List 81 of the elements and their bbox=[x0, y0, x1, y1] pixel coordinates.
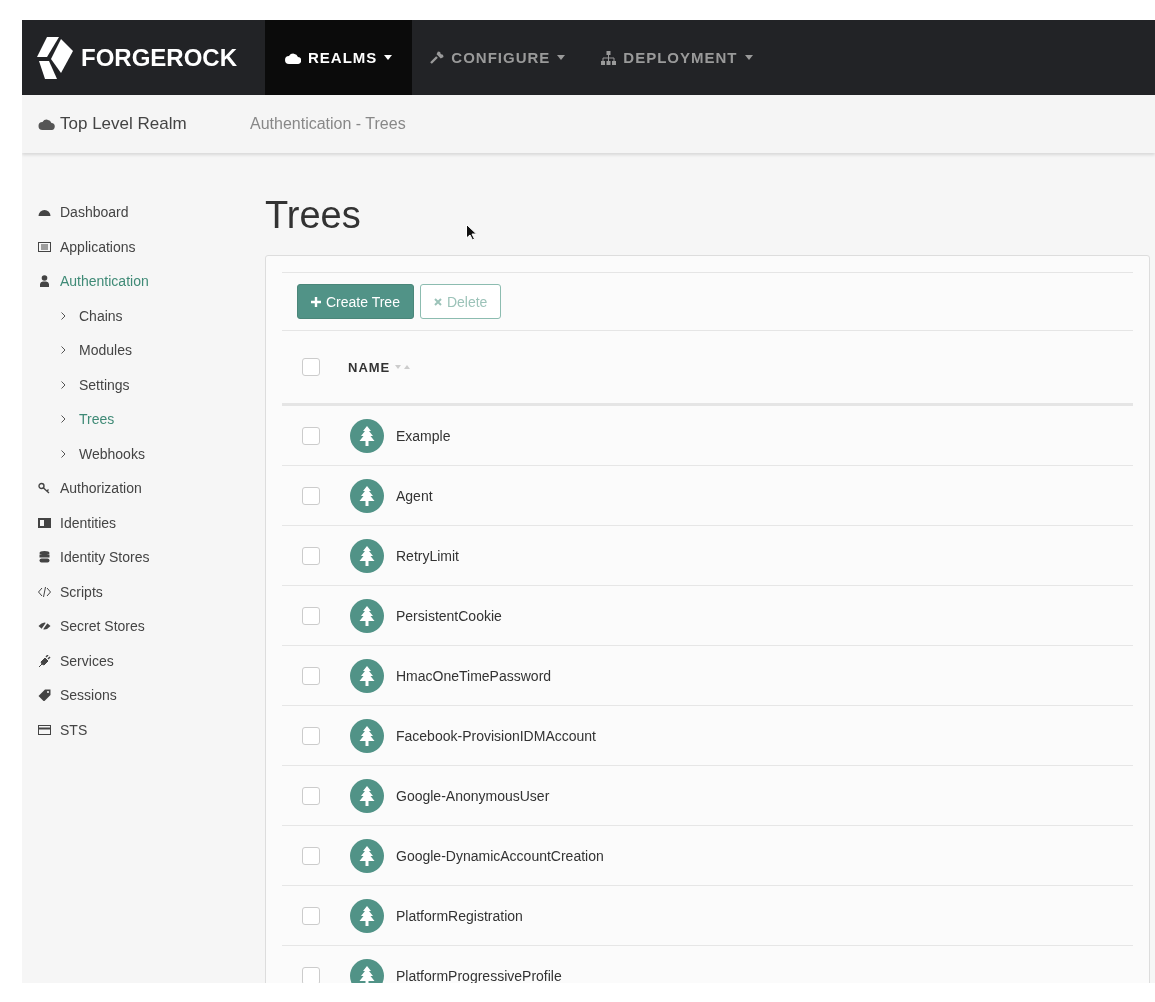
chevron-icon bbox=[61, 449, 66, 458]
db-icon bbox=[38, 551, 51, 564]
row-checkbox[interactable] bbox=[302, 846, 320, 865]
tree-name[interactable]: HmacOneTimePassword bbox=[396, 667, 552, 684]
plus-icon bbox=[311, 296, 321, 307]
select-all-checkbox[interactable] bbox=[302, 358, 320, 376]
row-checkbox[interactable] bbox=[302, 726, 320, 745]
chevron-icon bbox=[61, 380, 66, 389]
chevron-icon bbox=[61, 415, 66, 424]
tree-name[interactable]: Google-AnonymousUser bbox=[396, 787, 550, 804]
logo-icon bbox=[37, 34, 75, 81]
brand-name: FORGEROCK bbox=[81, 43, 237, 72]
tree-name[interactable]: Agent bbox=[396, 487, 433, 504]
row-checkbox[interactable] bbox=[302, 546, 320, 565]
caret-icon bbox=[557, 55, 566, 60]
card2-icon bbox=[38, 723, 51, 736]
chevron-icon bbox=[61, 311, 66, 320]
tree-icon bbox=[350, 778, 384, 813]
card-icon bbox=[38, 516, 51, 529]
realm-link[interactable]: Top Level Realm bbox=[38, 114, 250, 134]
tree-icon bbox=[350, 418, 384, 453]
breadcrumb: Authentication - Trees bbox=[250, 115, 406, 133]
tree-icon bbox=[350, 898, 384, 933]
tree-name[interactable]: RetryLimit bbox=[396, 547, 459, 564]
tree-name[interactable]: Google-DynamicAccountCreation bbox=[396, 847, 604, 864]
sidebar-item[interactable]: Identity Stores bbox=[38, 540, 245, 575]
row-checkbox[interactable] bbox=[302, 426, 320, 445]
sidebar-item[interactable]: Identities bbox=[38, 505, 245, 540]
tree-name[interactable]: Facebook-ProvisionIDMAccount bbox=[396, 727, 596, 744]
tree-icon bbox=[350, 838, 384, 873]
sidebar-subitem[interactable]: Modules bbox=[38, 333, 245, 368]
tree-name[interactable]: PlatformRegistration bbox=[396, 907, 523, 924]
row-checkbox[interactable] bbox=[302, 786, 320, 805]
nav-menu[interactable]: REALMS bbox=[265, 20, 413, 95]
sidebar-item[interactable]: Scripts bbox=[38, 574, 245, 609]
sidebar-subitem[interactable]: Settings bbox=[38, 367, 245, 402]
sidebar-subitem[interactable]: Webhooks bbox=[38, 436, 245, 471]
tree-icon bbox=[350, 718, 384, 753]
plug-icon bbox=[38, 654, 51, 667]
wrench-icon bbox=[430, 50, 445, 65]
user-icon bbox=[38, 275, 51, 288]
cursor-icon bbox=[466, 224, 477, 241]
row-checkbox[interactable] bbox=[302, 666, 320, 685]
tree-icon bbox=[350, 478, 384, 513]
cloud-icon bbox=[285, 51, 301, 64]
tree-name[interactable]: PlatformProgressiveProfile bbox=[396, 967, 562, 983]
sitemap-icon bbox=[601, 50, 617, 65]
row-checkbox[interactable] bbox=[302, 486, 320, 505]
sidebar-item[interactable]: Authentication bbox=[38, 264, 245, 299]
list-icon bbox=[38, 240, 51, 253]
tag-icon bbox=[38, 689, 51, 702]
sidebar-item[interactable]: Sessions bbox=[38, 678, 245, 713]
sort-icon[interactable] bbox=[395, 364, 412, 370]
sidebar-item[interactable]: Secret Stores bbox=[38, 609, 245, 644]
nav-menu[interactable]: DEPLOYMENT bbox=[583, 20, 771, 95]
sidebar-item[interactable]: Applications bbox=[38, 229, 245, 264]
tree-name[interactable]: Example bbox=[396, 427, 451, 444]
sidebar-item[interactable]: Services bbox=[38, 643, 245, 678]
tree-icon bbox=[350, 598, 384, 633]
page-title: Trees bbox=[265, 193, 361, 238]
sidebar-subitem[interactable]: Trees bbox=[38, 402, 245, 437]
tree-icon bbox=[350, 538, 384, 573]
chevron-icon bbox=[61, 346, 66, 355]
close-icon bbox=[433, 297, 442, 306]
caret-icon bbox=[744, 55, 753, 60]
tree-name[interactable]: PersistentCookie bbox=[396, 607, 502, 624]
cloud-icon bbox=[38, 118, 55, 130]
row-checkbox[interactable] bbox=[302, 966, 320, 983]
code-icon bbox=[38, 585, 51, 598]
row-checkbox[interactable] bbox=[302, 906, 320, 925]
sidebar-item[interactable]: Authorization bbox=[38, 471, 245, 506]
column-header[interactable]: NAME bbox=[348, 359, 391, 375]
nav-menu[interactable]: CONFIGURE bbox=[412, 20, 584, 95]
tree-icon bbox=[350, 658, 384, 693]
key-icon bbox=[38, 482, 51, 495]
sidebar-subitem[interactable]: Chains bbox=[38, 298, 245, 333]
sidebar-item[interactable]: Dashboard bbox=[38, 195, 245, 230]
sidebar-item[interactable]: STS bbox=[38, 712, 245, 747]
row-checkbox[interactable] bbox=[302, 606, 320, 625]
create-tree-button[interactable]: Create Tree bbox=[297, 284, 414, 319]
caret-icon bbox=[384, 55, 393, 60]
